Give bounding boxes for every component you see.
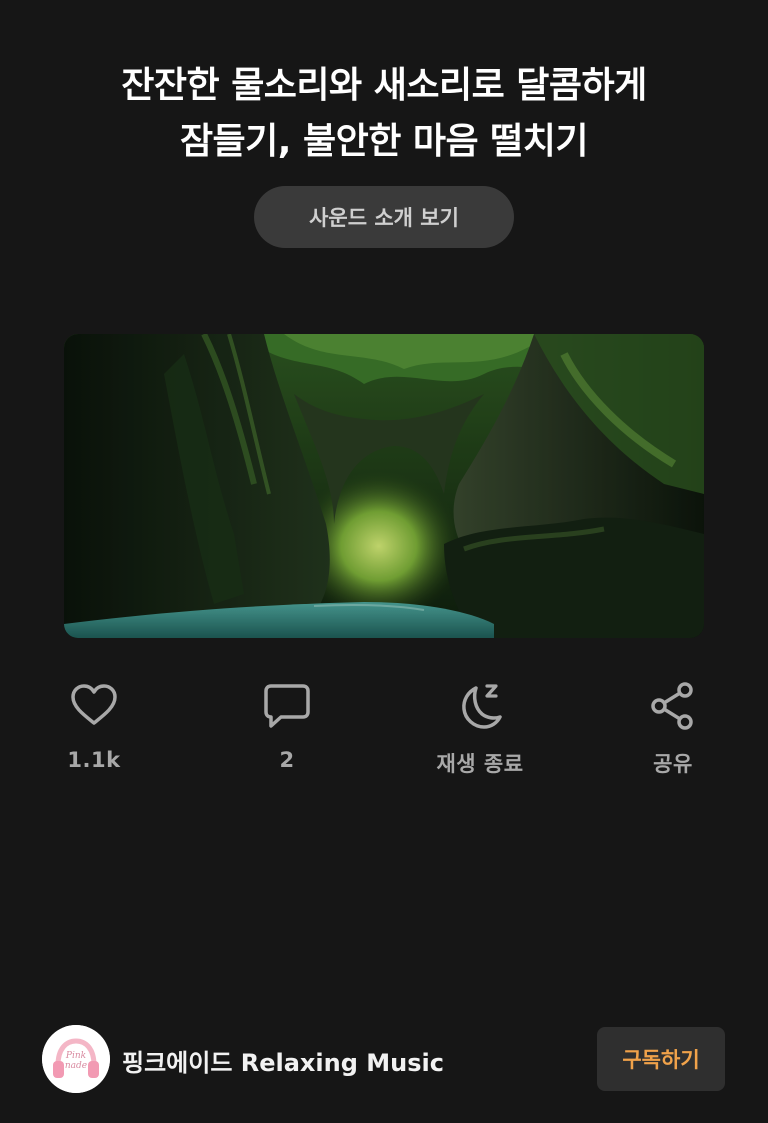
share-label: 공유 — [653, 752, 693, 776]
cover-image-forest-canyon[interactable] — [64, 334, 704, 638]
comment-count: 2 — [279, 748, 295, 772]
post-title-line-2: 잠들기, 불안한 마음 떨치기 — [179, 121, 589, 162]
comment-bubble-icon — [264, 684, 310, 728]
post-title-line-1: 잔잔한 물소리와 새소리로 달콤하게 — [121, 65, 647, 106]
channel-avatar[interactable]: Pink nade — [42, 1025, 110, 1093]
svg-text:nade: nade — [65, 1061, 87, 1071]
share-icon — [651, 682, 693, 730]
pinkade-headphones-logo: Pink nade — [42, 1025, 110, 1093]
sound-intro-button[interactable]: 사운드 소개 보기 — [254, 186, 514, 248]
forest-canyon-illustration — [64, 334, 704, 638]
post-title: 잔잔한 물소리와 새소리로 달콤하게 잠들기, 불안한 마음 떨치기 — [40, 58, 728, 170]
like-count: 1.1k — [67, 748, 121, 772]
post-screen: 잔잔한 물소리와 새소리로 달콤하게 잠들기, 불안한 마음 떨치기 사운드 소… — [0, 0, 768, 1123]
channel-name[interactable]: 핑크에이드 Relaxing Music — [122, 1043, 444, 1078]
heart-icon — [71, 684, 117, 725]
moon-sleep-icon — [462, 684, 502, 729]
svg-text:Pink: Pink — [65, 1051, 86, 1061]
action-bar: 1.1k 2 재생 종료 공유 — [0, 680, 768, 790]
subscribe-button[interactable]: 구독하기 — [597, 1027, 725, 1091]
sleep-timer-label: 재생 종료 — [436, 752, 524, 776]
channel-info[interactable]: Pink nade 핑크에이드 Relaxing Music — [42, 1025, 562, 1093]
share-button[interactable]: 공유 — [598, 680, 748, 778]
like-button[interactable]: 1.1k — [19, 680, 169, 772]
comment-button[interactable]: 2 — [212, 680, 362, 772]
sleep-timer-button[interactable]: 재생 종료 — [405, 680, 555, 778]
